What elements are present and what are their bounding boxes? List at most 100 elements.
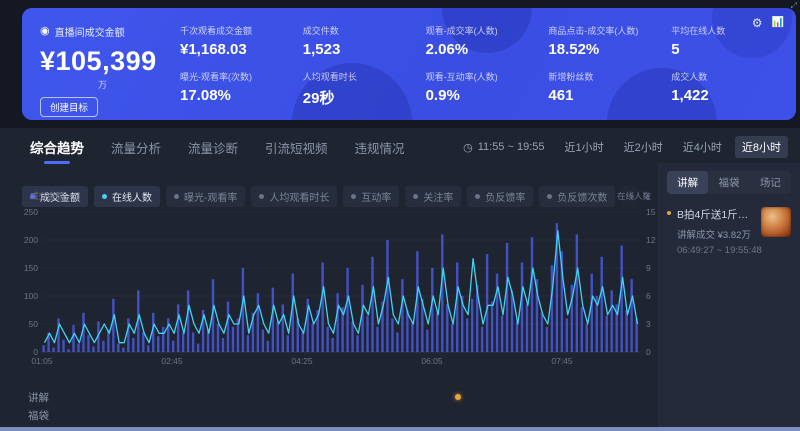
gmv-bar <box>566 318 568 352</box>
hero-gmv-value: ¥105,399 <box>40 46 190 77</box>
gmv-bar <box>431 268 433 352</box>
gmv-bar <box>267 341 269 352</box>
metric-label: 观看-互动率(人数) <box>426 70 539 83</box>
gmv-bar <box>601 257 603 352</box>
right-panel: 讲解福袋场记 B拍4斤送1斤共35-4...讲解成交 ¥3.82万06:49:2… <box>658 163 800 431</box>
left-axis-tick: 200 <box>24 235 38 245</box>
range-button-2[interactable]: 近4小时 <box>676 136 729 158</box>
timeline-row-label: 福袋 <box>22 408 49 423</box>
gmv-bar <box>262 330 264 352</box>
gmv-bar <box>117 344 119 352</box>
item-gmv: 讲解成交 ¥3.82万 <box>677 227 756 241</box>
right-axis-tick: 9 <box>646 263 651 273</box>
gmv-bar <box>491 302 493 352</box>
panel-list-item[interactable]: B拍4斤送1斤共35-4...讲解成交 ¥3.82万06:49:27 ~ 19:… <box>667 207 791 256</box>
timeline-event-marker[interactable] <box>455 394 461 400</box>
gmv-bar <box>222 338 224 352</box>
trend-chart: 0501001502002500369121501:0502:4504:2506… <box>22 202 655 380</box>
gmv-bar <box>606 316 608 352</box>
gmv-bar <box>52 348 54 352</box>
gmv-bar <box>526 304 528 352</box>
tab-1[interactable]: 流量分析 <box>111 138 161 164</box>
right-axis-tick: 6 <box>646 291 651 301</box>
left-axis-title: 成交金额 <box>30 190 64 202</box>
gmv-bar <box>326 327 328 352</box>
gmv-bar <box>272 288 274 352</box>
range-button-0[interactable]: 近1小时 <box>558 136 611 158</box>
hero-metric: 平均在线人数5 <box>671 24 784 58</box>
metric-label: 人均观看时长 <box>303 70 416 83</box>
panel-tab-0[interactable]: 讲解 <box>667 171 708 194</box>
gmv-bar <box>232 327 234 352</box>
metric-label: 商品点击-成交率(人数) <box>548 24 661 37</box>
gmv-bar <box>157 336 159 352</box>
tab-4[interactable]: 违规情况 <box>355 138 405 164</box>
gmv-bar <box>586 324 588 352</box>
gmv-bar <box>376 327 378 352</box>
gmv-bar <box>466 318 468 352</box>
gmv-bar <box>312 324 314 352</box>
gmv-bar <box>356 335 358 352</box>
product-thumbnail <box>761 207 791 237</box>
gmv-bar <box>471 299 473 352</box>
tab-3[interactable]: 引流短视频 <box>265 138 328 164</box>
panel-tab-2[interactable]: 场记 <box>750 171 791 194</box>
corner-expand-icon[interactable]: ⤢ <box>791 1 797 11</box>
hero-gmv-unit: 万 <box>98 78 190 91</box>
metric-value: 17.08% <box>180 87 293 104</box>
settings-gear-icon[interactable]: ⚙ <box>752 17 763 29</box>
metric-label: 观看-成交率(人数) <box>426 24 539 37</box>
x-axis-tick: 06:05 <box>421 356 443 366</box>
section-tabs: 综合趋势 流量分析 流量诊断 引流短视频 违规情况 <box>30 137 405 164</box>
hero-metric: 成交人数1,422 <box>671 70 784 108</box>
right-axis-title: 在线人数 <box>617 190 651 202</box>
gmv-bar <box>282 304 284 352</box>
item-time: 06:49:27 ~ 19:55:48 <box>677 245 756 256</box>
tab-0[interactable]: 综合趋势 <box>30 137 84 164</box>
metric-value: 1,422 <box>671 87 784 104</box>
timeline-row: 讲解 <box>22 388 655 406</box>
gmv-bar <box>436 313 438 352</box>
stats-icon[interactable]: 📊 <box>772 18 784 28</box>
time-range-label: ◷ 11:55 ~ 19:55 <box>463 141 544 154</box>
right-axis-tick: 15 <box>646 207 655 217</box>
x-axis-tick: 07:45 <box>551 356 573 366</box>
gmv-bar <box>516 321 518 352</box>
hero-metrics-grid: 千次观看成交金额¥1,168.03成交件数1,523观看-成交率(人数)2.06… <box>180 24 784 108</box>
gmv-bar <box>72 325 74 352</box>
range-button-3[interactable]: 近8小时 <box>735 136 788 158</box>
gmv-bar <box>506 243 508 352</box>
gmv-bar <box>62 340 64 352</box>
gmv-bar <box>346 268 348 352</box>
tab-2[interactable]: 流量诊断 <box>188 138 238 164</box>
gmv-bar <box>521 262 523 352</box>
gmv-bar <box>162 327 164 352</box>
gmv-bar <box>247 335 249 352</box>
gmv-bar <box>227 302 229 352</box>
gmv-bar <box>451 324 453 352</box>
hero-card: ◉ 直播间成交金额 ¥105,399 万 创建目标 千次观看成交金额¥1,168… <box>22 8 796 120</box>
gmv-bar <box>351 321 353 352</box>
metric-value: 2.06% <box>426 41 539 58</box>
right-axis-tick: 3 <box>646 319 651 329</box>
range-button-1[interactable]: 近2小时 <box>617 136 670 158</box>
time-range-controls: ◷ 11:55 ~ 19:55 近1小时近2小时近4小时近8小时 <box>463 136 788 158</box>
metric-value: 18.52% <box>548 41 661 58</box>
panel-tab-1[interactable]: 福袋 <box>708 171 749 194</box>
gmv-bar <box>321 262 323 352</box>
hero-metric: 人均观看时长29秒 <box>303 70 416 108</box>
horizontal-scrollbar[interactable] <box>0 427 800 431</box>
gmv-bar <box>546 327 548 352</box>
metric-value: 461 <box>548 87 661 104</box>
gmv-bar <box>242 268 244 352</box>
metric-label: 新增粉丝数 <box>548 70 661 83</box>
metric-label: 成交件数 <box>303 24 416 37</box>
create-goal-button[interactable]: 创建目标 <box>40 97 98 117</box>
gmv-bar <box>496 274 498 352</box>
gmv-bar <box>371 257 373 352</box>
gmv-bar <box>182 332 184 352</box>
gmv-bar <box>366 316 368 352</box>
gmv-bar <box>511 290 513 352</box>
x-axis-tick: 04:25 <box>291 356 313 366</box>
gmv-bar <box>591 274 593 352</box>
